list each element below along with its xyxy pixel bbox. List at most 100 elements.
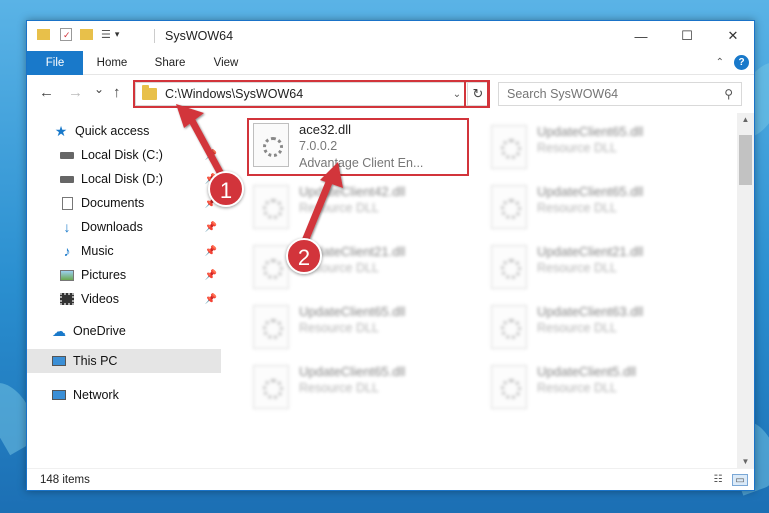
sidebar-item-this-pc[interactable]: This PC: [27, 349, 221, 373]
sidebar-item-label: Quick access: [75, 124, 150, 138]
close-button[interactable]: ✕: [710, 21, 756, 51]
pin-icon: 📌: [204, 149, 217, 161]
sidebar-item-documents[interactable]: Documents 📌: [27, 191, 221, 215]
search-input[interactable]: [507, 87, 707, 101]
dll-file-icon: [253, 245, 289, 289]
explorer-window: ✓ ☰ ▾ SysWOW64 — ☐ ✕ File Home Share Vie…: [26, 20, 755, 491]
sidebar-item-quick-access[interactable]: ★ Quick access: [27, 119, 221, 143]
file-name: UpdateClient5.dll: [537, 364, 637, 379]
sidebar-item-local-disk-c[interactable]: Local Disk (C:) 📌: [27, 143, 221, 167]
properties-icon[interactable]: ✓: [60, 28, 72, 41]
details-view-icon[interactable]: ☷: [710, 474, 726, 486]
videos-icon: [59, 292, 75, 306]
drive-icon: [59, 148, 75, 162]
network-icon: [51, 388, 67, 402]
file-item[interactable]: UpdateClient21.dll Resource DLL: [247, 239, 477, 295]
file-list: ace32.dll 7.0.0.2 Advantage Client En...…: [223, 113, 737, 468]
tab-view[interactable]: View: [203, 51, 249, 75]
dll-file-icon: [491, 245, 527, 289]
sidebar-item-label: Pictures: [81, 268, 127, 282]
file-type: Resource DLL: [299, 321, 379, 335]
up-button[interactable]: ↑: [113, 84, 121, 101]
folder-icon[interactable]: [37, 29, 50, 40]
scrollbar-thumb[interactable]: [739, 135, 752, 185]
file-name: UpdateClient42.dll: [299, 184, 406, 199]
view-details-icon[interactable]: ☰: [101, 28, 111, 41]
selected-file-highlight: [247, 118, 469, 176]
music-icon: ♪: [63, 243, 71, 259]
sidebar-item-music[interactable]: ♪ Music 📌: [27, 239, 221, 263]
tab-share[interactable]: Share: [145, 51, 195, 75]
vertical-scrollbar[interactable]: ▲ ▼: [737, 113, 754, 468]
file-type: Resource DLL: [537, 201, 617, 215]
minimize-button[interactable]: —: [618, 21, 664, 51]
file-item[interactable]: UpdateClient42.dll Resource DLL: [247, 179, 477, 235]
file-type: Resource DLL: [537, 321, 617, 335]
window-title: SysWOW64: [165, 29, 234, 43]
file-name: UpdateClient63.dll: [537, 304, 644, 319]
file-type: Resource DLL: [537, 381, 617, 395]
computer-icon: [51, 354, 67, 368]
title-divider: [154, 29, 155, 43]
file-name: UpdateClient65.dll: [299, 304, 406, 319]
help-icon[interactable]: ?: [734, 55, 749, 70]
quick-access-toolbar: ✓ ☰ ▾: [37, 28, 119, 41]
scroll-up-arrow[interactable]: ▲: [737, 115, 754, 124]
sidebar-item-label: Documents: [81, 196, 145, 210]
file-type: Resource DLL: [537, 141, 617, 155]
customize-toolbar-icon[interactable]: ▾: [115, 29, 120, 40]
file-name: UpdateClient21.dll: [537, 244, 644, 259]
collapse-ribbon-icon[interactable]: ⌃: [716, 57, 724, 68]
status-bar: 148 items ☷ ▭: [27, 468, 754, 491]
sidebar-item-videos[interactable]: Videos 📌: [27, 287, 221, 311]
file-item[interactable]: UpdateClient5.dll Resource DLL: [485, 359, 715, 415]
download-icon: ↓: [63, 219, 71, 235]
file-item[interactable]: UpdateClient65.dll Resource DLL: [247, 359, 477, 415]
sidebar-item-network[interactable]: Network: [27, 383, 221, 407]
navigation-pane: ★ Quick access Local Disk (C:) 📌 Local D…: [27, 113, 223, 468]
file-item[interactable]: UpdateClient65.dll Resource DLL: [485, 119, 715, 175]
sidebar-item-label: Local Disk (D:): [81, 172, 163, 186]
cloud-icon: ☁: [52, 322, 66, 339]
tiles-view-icon[interactable]: ▭: [732, 474, 748, 486]
new-folder-icon[interactable]: [80, 29, 93, 40]
step-1-badge: 1: [208, 171, 244, 207]
maximize-button[interactable]: ☐: [664, 21, 710, 51]
file-item[interactable]: UpdateClient65.dll Resource DLL: [247, 299, 477, 355]
navigation-bar: ← → ⌄ ↑ C:\Windows\SysWOW64 ⌄ ↻ ⚲: [27, 75, 754, 113]
sidebar-item-pictures[interactable]: Pictures 📌: [27, 263, 221, 287]
sidebar-item-label: Videos: [81, 292, 119, 306]
dll-file-icon: [253, 305, 289, 349]
file-item[interactable]: UpdateClient21.dll Resource DLL: [485, 239, 715, 295]
tab-file[interactable]: File: [27, 51, 83, 75]
file-name: UpdateClient65.dll: [299, 364, 406, 379]
pin-icon: 📌: [204, 245, 217, 257]
file-item[interactable]: UpdateClient65.dll Resource DLL: [485, 179, 715, 235]
pictures-icon: [59, 268, 75, 282]
dll-file-icon: [253, 185, 289, 229]
sidebar-item-label: Local Disk (C:): [81, 148, 163, 162]
dll-file-icon: [491, 125, 527, 169]
sidebar-item-downloads[interactable]: ↓ Downloads 📌: [27, 215, 221, 239]
title-bar: ✓ ☰ ▾ SysWOW64 — ☐ ✕: [27, 21, 754, 51]
file-type: Resource DLL: [299, 201, 379, 215]
sidebar-item-local-disk-d[interactable]: Local Disk (D:) 📌: [27, 167, 221, 191]
search-box[interactable]: ⚲: [498, 82, 742, 106]
file-item[interactable]: UpdateClient63.dll Resource DLL: [485, 299, 715, 355]
file-type: Resource DLL: [299, 381, 379, 395]
star-icon: ★: [54, 122, 68, 139]
recent-locations-button[interactable]: ⌄: [94, 82, 104, 96]
pin-icon: 📌: [204, 293, 217, 305]
scroll-down-arrow[interactable]: ▼: [737, 457, 754, 466]
documents-icon: [59, 196, 75, 210]
refresh-highlight: [464, 80, 490, 108]
address-highlight: [133, 80, 489, 108]
dll-file-icon: [491, 305, 527, 349]
magnifier-icon[interactable]: ⚲: [724, 87, 733, 101]
forward-button[interactable]: →: [68, 84, 83, 101]
tab-home[interactable]: Home: [87, 51, 137, 75]
sidebar-item-onedrive[interactable]: ☁ OneDrive: [27, 319, 221, 343]
sidebar-item-label: This PC: [73, 354, 118, 368]
ribbon-tabs: File Home Share View ⌃ ?: [27, 51, 754, 75]
back-button[interactable]: ←: [39, 84, 54, 101]
